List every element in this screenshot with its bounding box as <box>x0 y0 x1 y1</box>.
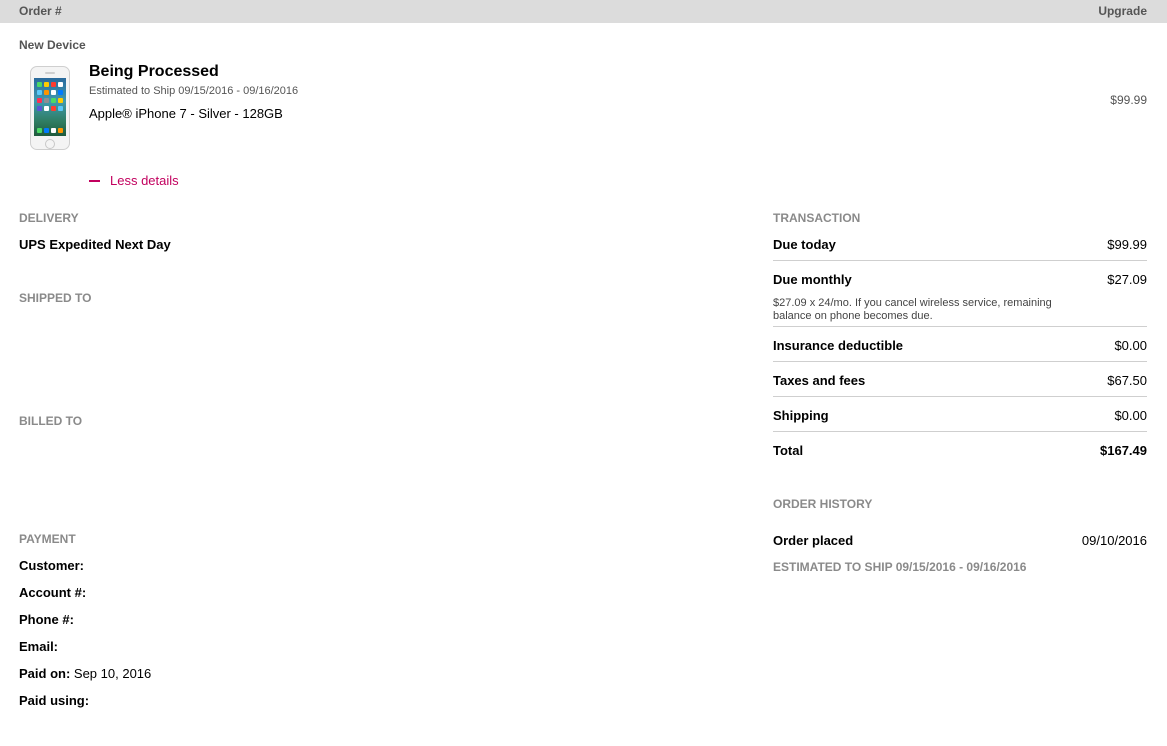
taxes-fees-value: $67.50 <box>1107 373 1147 388</box>
due-today-value: $99.99 <box>1107 237 1147 252</box>
device-name: Apple® iPhone 7 - Silver - 128GB <box>89 106 283 121</box>
shipping-value: $0.00 <box>1114 408 1147 423</box>
order-type-label: Upgrade <box>1098 4 1147 18</box>
taxes-fees-label: Taxes and fees <box>773 373 866 388</box>
phone-label: Phone #: <box>19 612 74 627</box>
transaction-label: TRANSACTION <box>773 211 861 225</box>
order-history-label: ORDER HISTORY <box>773 497 873 511</box>
total-value: $167.49 <box>1100 443 1147 458</box>
account-field: Account #: <box>19 585 86 600</box>
order-number-label: Order # <box>19 4 62 18</box>
estimated-ship-range: 09/15/2016 - 09/16/2016 <box>895 560 1027 574</box>
estimated-ship-history: ESTIMATED TO SHIP 09/15/2016 - 09/16/201… <box>773 560 1026 574</box>
less-details-toggle[interactable]: Less details <box>89 173 179 188</box>
delivery-method: UPS Expedited Next Day <box>19 237 171 252</box>
transaction-row: Due today $99.99 <box>773 237 1147 261</box>
due-today-label: Due today <box>773 237 836 252</box>
device-price: $99.99 <box>1110 93 1147 107</box>
paid-on-label: Paid on: <box>19 666 71 681</box>
paid-on-value: Sep 10, 2016 <box>73 666 152 681</box>
account-label: Account #: <box>19 585 87 600</box>
transaction-row: Taxes and fees $67.50 <box>773 373 1147 397</box>
minus-icon <box>89 179 100 182</box>
due-monthly-note: $27.09 x 24/mo. If you cancel wireless s… <box>773 297 1052 322</box>
delivery-label: DELIVERY <box>19 211 79 225</box>
estimated-ship-text: Estimated to Ship 09/15/2016 - 09/16/201… <box>89 85 299 97</box>
transaction-row: Insurance deductible $0.00 <box>773 338 1147 362</box>
email-label: Email: <box>19 639 59 654</box>
order-placed-label: Order placed <box>773 533 854 548</box>
shipping-label: Shipping <box>773 408 829 423</box>
phone-field: Phone #: <box>19 612 74 627</box>
payment-label: PAYMENT <box>19 532 76 546</box>
transaction-total-row: Total $167.49 <box>773 443 1147 467</box>
transaction-row: Shipping $0.00 <box>773 408 1147 432</box>
total-label: Total <box>773 443 804 458</box>
customer-field: Customer: <box>19 558 84 573</box>
order-status-title: Being Processed <box>89 63 219 80</box>
due-monthly-value: $27.09 <box>1107 272 1147 287</box>
less-details-label: Less details <box>110 173 179 188</box>
new-device-label: New Device <box>19 38 86 52</box>
paid-using-field: Paid using: <box>19 693 89 708</box>
due-monthly-label: Due monthly <box>773 272 852 287</box>
billed-to-label: BILLED TO <box>19 414 83 428</box>
insurance-deductible-value: $0.00 <box>1114 338 1147 353</box>
email-field: Email: <box>19 639 58 654</box>
paid-on-field: Paid on: Sep 10, 2016 <box>19 666 151 681</box>
estimated-ship-label: ESTIMATED TO SHIP <box>773 560 893 574</box>
iphone-image <box>30 66 70 150</box>
shipped-to-label: SHIPPED TO <box>19 291 92 305</box>
customer-label: Customer: <box>19 558 85 573</box>
order-placed-date: 09/10/2016 <box>1081 533 1147 548</box>
transaction-row: Due monthly $27.09 $27.09 x 24/mo. If yo… <box>773 272 1147 327</box>
order-header-bar: Order # Upgrade <box>0 0 1167 23</box>
paid-using-label: Paid using: <box>19 693 90 708</box>
insurance-deductible-label: Insurance deductible <box>773 338 904 353</box>
